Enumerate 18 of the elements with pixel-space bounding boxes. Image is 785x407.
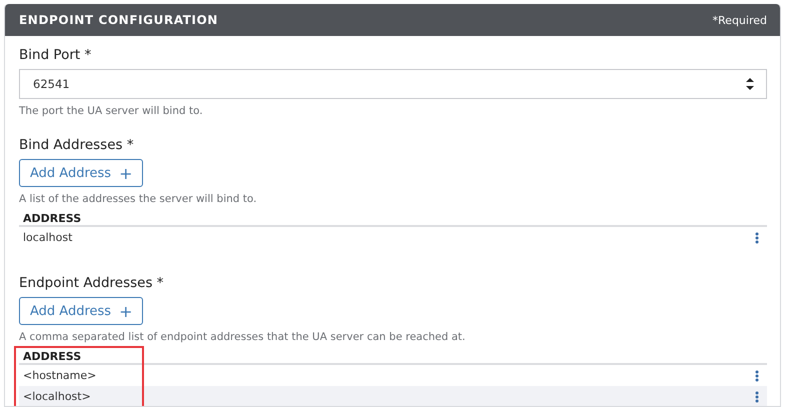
field-label: Bind Port * [19, 47, 92, 63]
required-note: *Required [712, 14, 767, 26]
panel-title: ENDPOINT CONFIGURATION [19, 13, 218, 27]
table-cell: <hostname> [23, 369, 96, 382]
help-text: A list of the addresses the server will bind to. [19, 193, 258, 205]
field-label: Bind Addresses * [19, 137, 135, 153]
more-options-icon[interactable] [755, 232, 759, 244]
help-text: The port the UA server will bind to. [19, 105, 204, 117]
table-cell: <localhost> [23, 390, 91, 403]
help-text: A comma separated list of endpoint addresses that the UA server can be reached at. [19, 331, 466, 343]
spinner-icon[interactable] [746, 78, 754, 90]
add-address-button[interactable]: Add Address + [19, 159, 144, 187]
port-field[interactable]: 62541 [19, 69, 767, 99]
add-address-button[interactable]: Add Address + [19, 297, 144, 325]
table-cell: localhost [23, 231, 72, 244]
more-options-icon[interactable] [755, 370, 759, 382]
more-options-icon[interactable] [755, 390, 759, 402]
field-label: Endpoint Addresses * [19, 275, 165, 291]
